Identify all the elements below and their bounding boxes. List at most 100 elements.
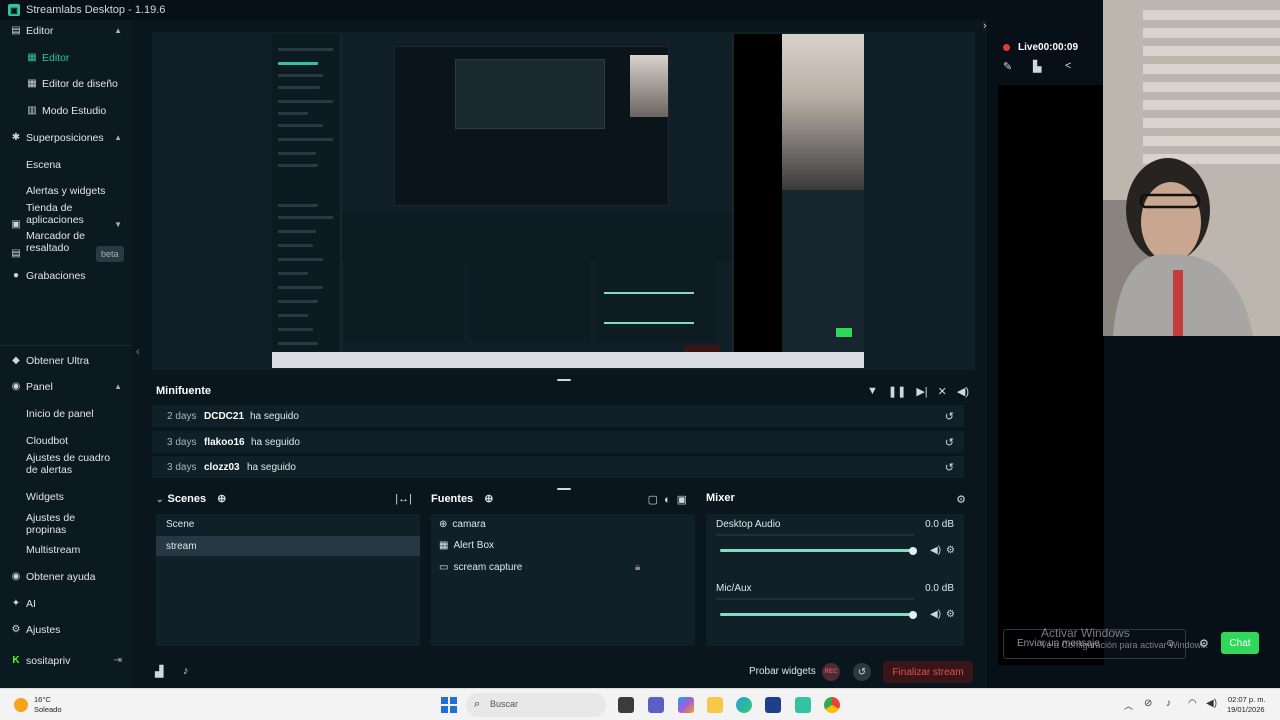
live-indicator-icon <box>1003 44 1010 51</box>
volume-slider[interactable] <box>720 613 914 616</box>
chevron-up-icon: ▲ <box>114 133 122 142</box>
edge-icon[interactable] <box>736 697 752 713</box>
end-stream-button[interactable]: Finalizar stream <box>883 661 973 683</box>
dashboard-icon[interactable]: ▙ <box>1033 60 1041 73</box>
source-tools-icon[interactable]: ▢◐▣ <box>648 493 693 506</box>
volume-slider[interactable] <box>720 549 914 552</box>
nested-webcam <box>782 34 864 190</box>
nested-editor <box>342 34 732 352</box>
collapse-sidebar-icon[interactable]: ‹ <box>136 346 140 358</box>
source-item[interactable]: ⊕ camara <box>431 514 695 534</box>
editor-icon: ▤ <box>11 25 21 36</box>
gear-icon[interactable]: ⚙ <box>946 545 955 556</box>
feed-row: 3 days clozz03 ha seguido ↺ <box>152 456 964 478</box>
stats-icon[interactable]: ▟ <box>155 665 163 678</box>
sidebar-divider <box>0 345 132 346</box>
streamlabs-logo-icon: ▣ <box>8 4 20 16</box>
emote-icon[interactable]: ☺ <box>1165 638 1175 649</box>
test-widgets-button[interactable]: Probar widgets <box>749 666 816 677</box>
source-item[interactable]: ▭ scream capture 🔒︎ <box>431 557 695 577</box>
task-view-icon[interactable] <box>618 697 634 713</box>
scenes-list: Scene stream <box>156 514 420 646</box>
ai-icon: ✦ <box>11 598 21 609</box>
scene-item[interactable]: Scene <box>156 514 420 534</box>
microphone-icon[interactable]: ♪ <box>1166 698 1171 709</box>
chevron-up-icon[interactable]: ︿ <box>1124 699 1133 712</box>
speaker-icon[interactable]: ◀) <box>930 545 941 556</box>
chevron-up-icon: ▲ <box>114 382 122 391</box>
replay-icon[interactable]: ↺ <box>945 461 954 474</box>
volume-icon[interactable]: ◀) <box>957 385 969 398</box>
webcam-overlay <box>1103 0 1280 336</box>
minifeed-title: Minifuente <box>156 385 211 397</box>
chat-settings-icon[interactable]: ⚙ <box>1199 637 1209 650</box>
add-source-icon[interactable]: ⊕ <box>484 493 493 505</box>
bottom-bar: ▟ ♪ Probar widgets REC ↺ Finalizar strea… <box>147 660 979 686</box>
studio-icon: ▥ <box>27 105 37 116</box>
mixer-dock: Mixer ⚙ Desktop Audio 0.0 dB ◀) ⚙ Mic/Au… <box>702 488 972 648</box>
scene-transitions-icon[interactable]: |↔| <box>395 493 412 505</box>
chevron-up-icon: ▲ <box>114 26 122 35</box>
network-icon[interactable]: ⊘ <box>1144 698 1152 709</box>
mixer-settings-icon[interactable]: ⚙ <box>956 493 966 506</box>
live-status: Live00:00:09 <box>1018 42 1079 53</box>
window-title: Streamlabs Desktop - 1.19.6 <box>26 4 166 16</box>
streamlabs-taskbar-icon[interactable] <box>795 697 811 713</box>
replay-icon[interactable]: ↺ <box>945 436 954 449</box>
teams-icon[interactable] <box>648 697 664 713</box>
wifi-icon[interactable]: ◠ <box>1188 698 1197 709</box>
edit-icon[interactable]: ✎ <box>1003 60 1012 73</box>
filter-icon[interactable]: ▼ <box>867 385 878 398</box>
globe-icon: ⊕ <box>439 518 448 530</box>
mixer-title: Mixer <box>706 492 735 504</box>
chevron-down-icon[interactable]: ⌄ <box>156 494 164 504</box>
gear-icon[interactable]: ⚙ <box>946 609 955 620</box>
slider-knob[interactable] <box>909 611 917 619</box>
pause-icon[interactable]: ❚❚ <box>888 385 906 398</box>
preview-capture <box>272 34 864 368</box>
title-bar: ▣ Streamlabs Desktop - 1.19.6 <box>0 0 1280 20</box>
chat-button[interactable]: Chat <box>1221 632 1259 654</box>
scene-item[interactable]: stream <box>156 536 420 556</box>
share-icon[interactable]: < <box>1065 60 1071 72</box>
audio-meter <box>716 534 914 536</box>
logout-icon[interactable]: ⇥ <box>114 655 122 667</box>
chevron-down-icon: ▼ <box>114 220 122 229</box>
minifeed-panel: Minifuente ▼ ❚❚ ▶| ✕ ◀) 2 days DCDC21 ha… <box>152 380 975 480</box>
audio-meter <box>716 598 914 600</box>
volume-icon[interactable]: ◀) <box>1206 698 1217 709</box>
sources-title: Fuentes ⊕ <box>431 493 494 505</box>
file-explorer-icon[interactable] <box>707 697 723 713</box>
copilot-icon[interactable] <box>678 697 694 713</box>
replay-buffer-icon[interactable]: ↺ <box>853 663 871 681</box>
scenes-title: ⌄ Scenes ⊕ <box>156 493 227 505</box>
replay-icon[interactable]: ↺ <box>945 410 954 423</box>
stream-preview[interactable] <box>152 32 975 370</box>
chrome-icon[interactable] <box>824 697 840 713</box>
store-icon[interactable] <box>765 697 781 713</box>
lock-icon: 🔒︎ <box>635 561 641 573</box>
scenes-dock: ⌄ Scenes ⊕ |↔| Scene stream <box>152 488 422 648</box>
chevron-right-icon[interactable]: › <box>983 20 987 32</box>
chat-area <box>998 85 1104 665</box>
chat-input[interactable]: Enviar un mensaje <box>1003 629 1186 659</box>
feed-row: 3 days flakoo16 ha seguido ↺ <box>152 431 964 453</box>
record-button[interactable]: REC <box>822 663 840 681</box>
mixer-channels: Desktop Audio 0.0 dB ◀) ⚙ Mic/Aux 0.0 dB… <box>706 514 964 646</box>
dashboard-icon: ◉ <box>11 381 21 392</box>
speaker-icon[interactable]: ◀) <box>930 609 941 620</box>
search-icon: ⌕ <box>474 698 481 710</box>
add-scene-icon[interactable]: ⊕ <box>217 493 226 505</box>
skip-icon[interactable]: ▶| <box>916 385 927 398</box>
mute-alerts-icon[interactable]: ✕ <box>938 385 947 398</box>
start-icon[interactable] <box>441 697 457 713</box>
weather-icon[interactable] <box>14 698 28 712</box>
recordings-icon: ● <box>12 270 20 281</box>
source-item[interactable]: ▦ Alert Box <box>431 535 695 555</box>
notifications-icon[interactable]: ♪ <box>183 665 189 677</box>
sources-dock: Fuentes ⊕ ▢◐▣ ⊕ camara ▦ Alert Box ▭ scream… <box>427 488 697 648</box>
ultra-icon: ◆ <box>12 355 20 366</box>
taskbar-search[interactable]: ⌕ Buscar <box>466 693 606 717</box>
store-icon: ▣ <box>11 219 21 230</box>
slider-knob[interactable] <box>909 547 917 555</box>
